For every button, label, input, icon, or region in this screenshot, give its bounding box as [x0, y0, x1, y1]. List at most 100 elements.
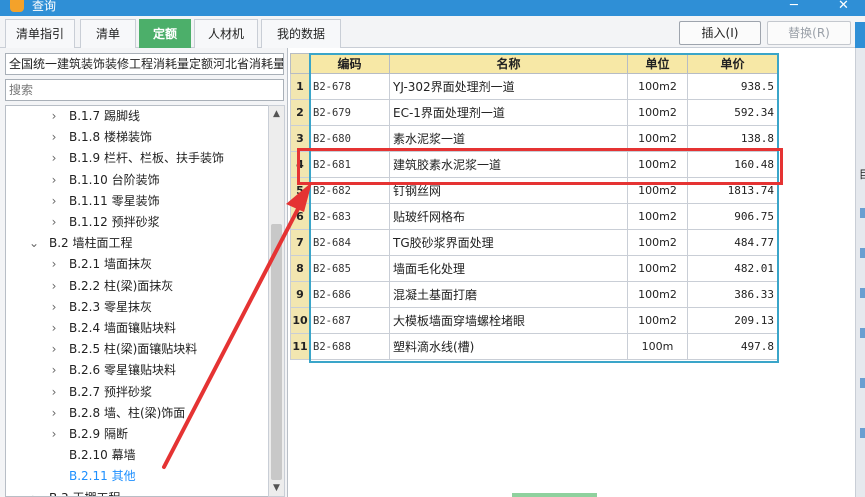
cell-price[interactable]: 160.48 [687, 151, 778, 178]
cell-price[interactable]: 484.77 [687, 229, 778, 256]
chevron-right-icon[interactable]: › [48, 191, 60, 212]
chevron-right-icon[interactable]: › [48, 276, 60, 297]
cell-code[interactable]: B2-684 [309, 229, 390, 256]
cell-unit[interactable]: 100m2 [627, 125, 688, 152]
tab-materials[interactable]: 人材机 [194, 19, 258, 48]
cell-name[interactable]: 混凝土基面打磨 [389, 281, 628, 308]
table-row[interactable]: 10 B2-687 大模板墙面穿墙螺栓堵眼 100m2 209.13 [290, 307, 778, 334]
row-number[interactable]: 8 [290, 255, 310, 282]
tree-item[interactable]: › B.2.1 墙面抹灰 [6, 254, 268, 275]
cell-code[interactable]: B2-687 [309, 307, 390, 334]
tree-item[interactable]: › B.1.9 栏杆、栏板、扶手装饰 [6, 148, 268, 169]
cell-code[interactable]: B2-688 [309, 333, 390, 360]
tree-item[interactable]: › B.1.8 楼梯装饰 [6, 127, 268, 148]
insert-button[interactable]: 插入(I) [679, 21, 761, 45]
row-number[interactable]: 9 [290, 281, 310, 308]
chevron-right-icon[interactable]: › [48, 318, 60, 339]
tree-scrollbar[interactable]: ▲ ▼ [268, 105, 285, 497]
scroll-down-icon[interactable]: ▼ [269, 480, 284, 496]
cell-name[interactable]: 大模板墙面穿墙螺栓堵眼 [389, 307, 628, 334]
tab-bill[interactable]: 清单 [80, 19, 136, 48]
cell-name[interactable]: EC-1界面处理剂一道 [389, 99, 628, 126]
tab-bill-guide[interactable]: 清单指引 [5, 19, 75, 48]
tab-my-data[interactable]: 我的数据 [261, 19, 341, 48]
table-row[interactable]: 5 B2-682 钉钢丝网 100m2 1813.74 [290, 177, 778, 204]
header-code[interactable]: 编码 [309, 53, 390, 74]
row-number[interactable]: 4 [290, 151, 310, 178]
cell-unit[interactable]: 100m2 [627, 151, 688, 178]
cell-unit[interactable]: 100m2 [627, 255, 688, 282]
tree-item[interactable]: › B.2.7 预拌砂浆 [6, 382, 268, 403]
tree-item[interactable]: › B.2.2 柱(梁)面抹灰 [6, 276, 268, 297]
tree-item[interactable]: › B.2.6 零星镶贴块料 [6, 360, 268, 381]
chevron-down-icon[interactable]: ⌄ [28, 233, 40, 254]
cell-unit[interactable]: 100m2 [627, 177, 688, 204]
cell-price[interactable]: 592.34 [687, 99, 778, 126]
tree-item[interactable]: › B.2.8 墙、柱(梁)饰面 [6, 403, 268, 424]
tree-item[interactable]: › B.2.5 柱(梁)面镶贴块料 [6, 339, 268, 360]
cell-unit[interactable]: 100m2 [627, 229, 688, 256]
cell-name[interactable]: 贴玻纤网格布 [389, 203, 628, 230]
minimize-icon[interactable]: ─ [790, 0, 798, 13]
row-number[interactable]: 5 [290, 177, 310, 204]
row-number[interactable]: 6 [290, 203, 310, 230]
cell-unit[interactable]: 100m2 [627, 307, 688, 334]
chevron-right-icon[interactable]: › [48, 148, 60, 169]
cell-name[interactable]: 钉钢丝网 [389, 177, 628, 204]
table-row[interactable]: 9 B2-686 混凝土基面打磨 100m2 386.33 [290, 281, 778, 308]
chevron-right-icon[interactable]: › [48, 297, 60, 318]
cell-code[interactable]: B2-679 [309, 99, 390, 126]
tree-item[interactable]: › B.1.7 踢脚线 [6, 106, 268, 127]
row-number[interactable]: 10 [290, 307, 310, 334]
chevron-right-icon[interactable]: › [48, 339, 60, 360]
tab-quota[interactable]: 定额 [139, 19, 191, 48]
tree-item[interactable]: › B.2.9 隔断 [6, 424, 268, 445]
cell-name[interactable]: 塑料滴水线(槽) [389, 333, 628, 360]
cell-price[interactable]: 209.13 [687, 307, 778, 334]
header-unit[interactable]: 单位 [627, 53, 688, 74]
table-row[interactable]: 8 B2-685 墙面毛化处理 100m2 482.01 [290, 255, 778, 282]
cell-price[interactable]: 386.33 [687, 281, 778, 308]
tree-item[interactable]: › B.2.3 零星抹灰 [6, 297, 268, 318]
row-number[interactable]: 2 [290, 99, 310, 126]
table-row[interactable]: 2 B2-679 EC-1界面处理剂一道 100m2 592.34 [290, 99, 778, 126]
header-price[interactable]: 单价 [687, 53, 778, 74]
cell-price[interactable]: 497.8 [687, 333, 778, 360]
cell-name[interactable]: 素水泥浆一道 [389, 125, 628, 152]
table-row[interactable]: 7 B2-684 TG胶砂浆界面处理 100m2 484.77 [290, 229, 778, 256]
row-number[interactable]: 3 [290, 125, 310, 152]
cell-price[interactable]: 906.75 [687, 203, 778, 230]
chevron-right-icon[interactable]: › [48, 106, 60, 127]
cell-code[interactable]: B2-681 [309, 151, 390, 178]
table-row[interactable]: 11 B2-688 塑料滴水线(槽) 100m 497.8 [290, 333, 778, 360]
cell-code[interactable]: B2-682 [309, 177, 390, 204]
table-row[interactable]: 4 B2-681 建筑胶素水泥浆一道 100m2 160.48 [290, 151, 778, 178]
chevron-right-icon[interactable]: › [48, 424, 60, 445]
close-icon[interactable]: ✕ [838, 0, 849, 13]
row-number[interactable]: 11 [290, 333, 310, 360]
cell-price[interactable]: 138.8 [687, 125, 778, 152]
cell-code[interactable]: B2-683 [309, 203, 390, 230]
table-row[interactable]: 6 B2-683 贴玻纤网格布 100m2 906.75 [290, 203, 778, 230]
cell-unit[interactable]: 100m2 [627, 203, 688, 230]
chevron-right-icon[interactable]: › [48, 212, 60, 233]
tree-item[interactable]: ⌄ B.2 墙柱面工程 [6, 233, 268, 254]
cell-unit[interactable]: 100m2 [627, 99, 688, 126]
cell-code[interactable]: B2-686 [309, 281, 390, 308]
tree-item[interactable]: › B.1.11 零星装饰 [6, 191, 268, 212]
cell-unit[interactable]: 100m2 [627, 73, 688, 100]
row-number[interactable]: 7 [290, 229, 310, 256]
chevron-right-icon[interactable]: › [28, 488, 40, 496]
scroll-thumb[interactable] [271, 224, 282, 480]
cell-code[interactable]: B2-678 [309, 73, 390, 100]
cell-code[interactable]: B2-680 [309, 125, 390, 152]
chevron-right-icon[interactable]: › [48, 127, 60, 148]
tree-item[interactable]: › B.3 天棚工程 [6, 488, 268, 496]
cell-name[interactable]: YJ-302界面处理剂一道 [389, 73, 628, 100]
cell-unit[interactable]: 100m [627, 333, 688, 360]
cell-name[interactable]: 墙面毛化处理 [389, 255, 628, 282]
chevron-right-icon[interactable]: › [48, 382, 60, 403]
cell-name[interactable]: 建筑胶素水泥浆一道 [389, 151, 628, 178]
chevron-right-icon[interactable]: › [48, 403, 60, 424]
table-row[interactable]: 3 B2-680 素水泥浆一道 100m2 138.8 [290, 125, 778, 152]
